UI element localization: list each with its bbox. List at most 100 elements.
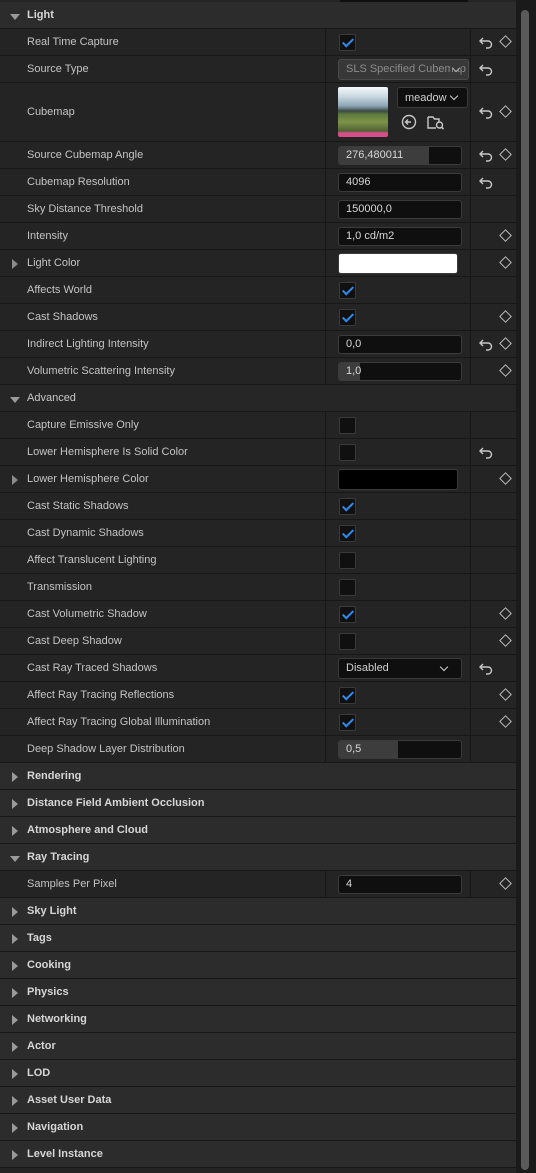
reset-to-default-icon[interactable]	[479, 338, 493, 351]
affect-rt-reflections-checkbox[interactable]	[339, 686, 356, 704]
category-advanced[interactable]: Advanced	[0, 385, 516, 412]
prop-label: Cast Ray Traced Shadows	[27, 662, 158, 674]
details-panel: Light Real Time Capture Source Type SLS …	[0, 0, 516, 1173]
keyframe-diamond-icon[interactable]	[499, 337, 512, 350]
expand-arrow-icon[interactable]	[12, 1150, 18, 1160]
real-time-capture-checkbox[interactable]	[339, 33, 356, 51]
category-tags[interactable]: Tags	[0, 925, 516, 952]
source-cubemap-angle-slider[interactable]: 276,480011	[338, 145, 462, 165]
keyframe-diamond-icon[interactable]	[499, 229, 512, 242]
category-level-instance[interactable]: Level Instance	[0, 1141, 516, 1168]
keyframe-diamond-icon[interactable]	[499, 715, 512, 728]
cast-ray-traced-shadows-dropdown[interactable]: Disabled	[338, 657, 462, 679]
category-light[interactable]: Light	[0, 2, 516, 29]
keyframe-diamond-icon[interactable]	[499, 472, 512, 485]
expand-arrow-icon[interactable]	[12, 934, 18, 944]
expand-arrow-icon[interactable]	[12, 1042, 18, 1052]
category-ray-tracing[interactable]: Ray Tracing	[0, 844, 516, 871]
expand-arrow-icon[interactable]	[12, 907, 18, 917]
prop-affect-rt-reflections: Affect Ray Tracing Reflections	[0, 682, 516, 709]
lower-hemisphere-color-swatch[interactable]	[338, 468, 458, 490]
prop-label: Samples Per Pixel	[27, 878, 117, 890]
expand-arrow-icon[interactable]	[12, 1123, 18, 1133]
affect-translucent-lighting-checkbox[interactable]	[339, 551, 356, 569]
expand-arrow-icon[interactable]	[12, 1069, 18, 1079]
cubemap-thumbnail[interactable]	[338, 87, 388, 137]
keyframe-diamond-icon[interactable]	[499, 256, 512, 269]
keyframe-diamond-icon[interactable]	[499, 364, 512, 377]
intensity-field[interactable]: 1,0 cd/m2	[338, 226, 462, 246]
prop-label: Cast Deep Shadow	[27, 635, 122, 647]
expand-arrow-icon[interactable]	[12, 772, 18, 782]
category-sky-light[interactable]: Sky Light	[0, 898, 516, 925]
collapse-arrow-icon[interactable]	[10, 856, 20, 862]
expand-arrow-icon[interactable]	[12, 826, 18, 836]
keyframe-diamond-icon[interactable]	[499, 310, 512, 323]
light-color-swatch[interactable]	[338, 252, 458, 274]
deep-shadow-layer-distribution-slider[interactable]: 0,5	[338, 739, 462, 759]
use-selected-asset-icon[interactable]	[401, 114, 417, 130]
expand-arrow-icon[interactable]	[12, 961, 18, 971]
keyframe-diamond-icon[interactable]	[499, 105, 512, 118]
prop-volumetric-scattering-intensity: Volumetric Scattering Intensity 1,0	[0, 358, 516, 385]
prop-label: Transmission	[27, 581, 92, 593]
reset-to-default-icon[interactable]	[479, 36, 493, 49]
reset-to-default-icon[interactable]	[479, 149, 493, 162]
keyframe-diamond-icon[interactable]	[499, 634, 512, 647]
cast-deep-shadow-checkbox[interactable]	[339, 632, 356, 650]
expand-arrow-icon[interactable]	[12, 799, 18, 809]
category-networking[interactable]: Networking	[0, 1006, 516, 1033]
browse-asset-icon[interactable]	[427, 114, 445, 130]
prop-source-cubemap-angle: Source Cubemap Angle 276,480011	[0, 142, 516, 169]
scrollbar-thumb[interactable]	[521, 10, 529, 1170]
indirect-lighting-intensity-field[interactable]: 0,0	[338, 334, 462, 354]
reset-to-default-icon[interactable]	[479, 662, 493, 675]
volumetric-scattering-intensity-slider[interactable]: 1,0	[338, 361, 462, 381]
reset-to-default-icon[interactable]	[479, 106, 493, 119]
affect-rt-gi-checkbox[interactable]	[339, 713, 356, 731]
source-type-dropdown[interactable]: SLS Specified Cubemap	[338, 58, 469, 80]
category-actor[interactable]: Actor	[0, 1033, 516, 1060]
keyframe-diamond-icon[interactable]	[499, 877, 512, 890]
category-lod[interactable]: LOD	[0, 1060, 516, 1087]
reset-to-default-icon[interactable]	[479, 176, 493, 189]
transmission-checkbox[interactable]	[339, 578, 356, 596]
collapse-arrow-icon[interactable]	[10, 397, 20, 403]
lower-hemisphere-solid-checkbox[interactable]	[339, 443, 356, 461]
keyframe-diamond-icon[interactable]	[499, 35, 512, 48]
sky-distance-threshold-field[interactable]: 150000,0	[338, 199, 462, 219]
category-rendering[interactable]: Rendering	[0, 763, 516, 790]
category-cooking[interactable]: Cooking	[0, 952, 516, 979]
prop-affect-translucent-lighting: Affect Translucent Lighting	[0, 547, 516, 574]
samples-per-pixel-field[interactable]: 4	[338, 874, 462, 894]
keyframe-diamond-icon[interactable]	[499, 148, 512, 161]
cast-dynamic-shadows-checkbox[interactable]	[339, 524, 356, 542]
category-asset-user-data[interactable]: Asset User Data	[0, 1087, 516, 1114]
cubemap-asset-picker[interactable]: meadow	[397, 87, 468, 108]
prop-label: Indirect Lighting Intensity	[27, 338, 149, 350]
cast-shadows-checkbox[interactable]	[339, 308, 356, 326]
expand-arrow-icon[interactable]	[12, 988, 18, 998]
expand-arrow-icon[interactable]	[12, 475, 18, 485]
category-dfao[interactable]: Distance Field Ambient Occlusion	[0, 790, 516, 817]
category-label: Advanced	[27, 392, 76, 404]
capture-emissive-only-checkbox[interactable]	[339, 416, 356, 434]
cubemap-resolution-field[interactable]: 4096	[338, 172, 462, 192]
expand-arrow-icon[interactable]	[12, 1096, 18, 1106]
expand-arrow-icon[interactable]	[12, 1015, 18, 1025]
collapse-arrow-icon[interactable]	[10, 14, 20, 20]
prop-label: Lower Hemisphere Is Solid Color	[27, 446, 188, 458]
keyframe-diamond-icon[interactable]	[499, 607, 512, 620]
expand-arrow-icon[interactable]	[12, 259, 18, 269]
prop-label: Source Cubemap Angle	[27, 149, 144, 161]
category-navigation[interactable]: Navigation	[0, 1114, 516, 1141]
cast-static-shadows-checkbox[interactable]	[339, 497, 356, 515]
prop-cast-volumetric-shadow: Cast Volumetric Shadow	[0, 601, 516, 628]
reset-to-default-icon[interactable]	[479, 63, 493, 76]
affects-world-checkbox[interactable]	[339, 281, 356, 299]
category-atmosphere[interactable]: Atmosphere and Cloud	[0, 817, 516, 844]
reset-to-default-icon[interactable]	[479, 446, 493, 459]
cast-volumetric-shadow-checkbox[interactable]	[339, 605, 356, 623]
category-physics[interactable]: Physics	[0, 979, 516, 1006]
keyframe-diamond-icon[interactable]	[499, 688, 512, 701]
